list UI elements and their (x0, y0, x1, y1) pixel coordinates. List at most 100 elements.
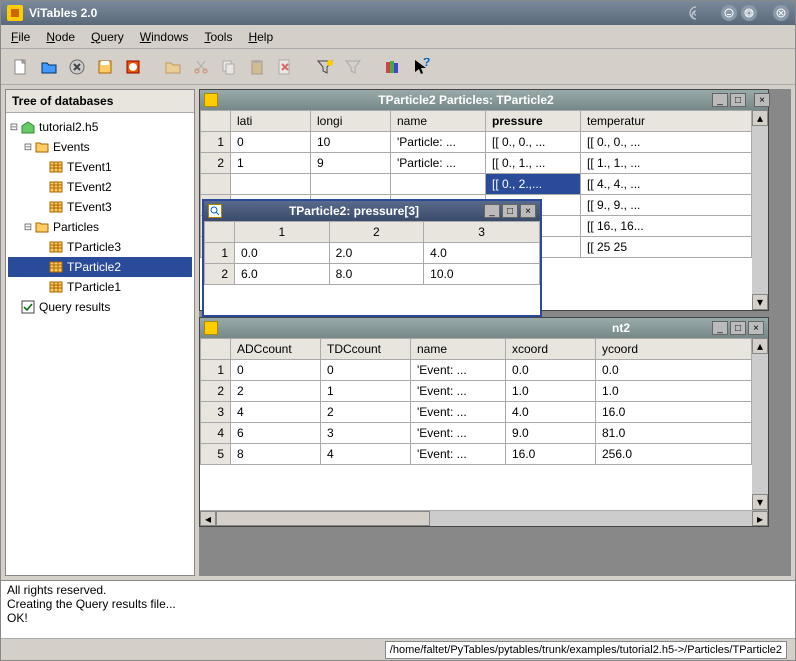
tree-query-results[interactable]: Query results (8, 297, 192, 317)
sub-minimize-button[interactable]: _ (484, 204, 500, 218)
copy-icon[interactable] (217, 55, 241, 79)
subwindow-titlebar[interactable]: nt2 _ □ × (200, 318, 768, 338)
menu-file[interactable]: File (11, 30, 30, 44)
table-row: 10.02.04.0 (205, 243, 540, 264)
table-row: 219'Particle: ...[[ 0., 1., ...[[ 1., 1.… (201, 153, 752, 174)
col-1[interactable]: 1 (235, 222, 330, 243)
pressure-table[interactable]: 1 2 3 10.02.04.0 26.08.010.0 (204, 221, 540, 285)
folder-icon (34, 139, 50, 155)
save-file-icon[interactable] (93, 55, 117, 79)
app-logo-icon (7, 5, 23, 21)
open-file-icon[interactable] (37, 55, 61, 79)
col-name[interactable]: name (391, 111, 486, 132)
console-line: All rights reserved. (7, 583, 789, 597)
tree-table-tevent2[interactable]: TEvent2 (8, 177, 192, 197)
corner-header (205, 222, 235, 243)
menu-windows[interactable]: Windows (140, 30, 189, 44)
menu-tools[interactable]: Tools (204, 30, 232, 44)
menu-help[interactable]: Help (248, 30, 273, 44)
svg-text:?: ? (423, 58, 430, 69)
stop-icon[interactable] (121, 55, 145, 79)
zoom-icon (208, 204, 222, 218)
table-row: 463'Event: ...9.081.0 (201, 423, 752, 444)
sub-close-button[interactable]: × (748, 321, 764, 335)
vertical-scrollbar[interactable]: ▴▾ (752, 338, 768, 510)
sub-minimize-button[interactable]: _ (712, 321, 728, 335)
table-row: 342'Event: ...4.016.0 (201, 402, 752, 423)
tree-group-events[interactable]: ⊟Events (8, 137, 192, 157)
menu-node[interactable]: Node (46, 30, 75, 44)
col-longi[interactable]: longi (311, 111, 391, 132)
subwindow-titlebar[interactable]: TParticle2: pressure[3] _ □ × (204, 201, 540, 221)
table-icon (48, 159, 64, 175)
sub-close-button[interactable]: × (754, 93, 770, 107)
sub-maximize-button[interactable]: □ (502, 204, 518, 218)
subwindow-titlebar[interactable]: TParticle2 Particles: TParticle2 _ □ × (200, 90, 768, 110)
tree-group-particles[interactable]: ⊟Particles (8, 217, 192, 237)
tree-panel: Tree of databases ⊟tutorial2.h5 ⊟Events … (5, 89, 195, 576)
close-button[interactable] (773, 5, 789, 21)
cut-icon[interactable] (189, 55, 213, 79)
tree-table-tevent3[interactable]: TEvent3 (8, 197, 192, 217)
filter-icon[interactable] (341, 55, 365, 79)
subwindow-pressure: TParticle2: pressure[3] _ □ × 1 2 3 10.0… (202, 199, 542, 317)
col-2[interactable]: 2 (329, 222, 424, 243)
col-ycoord[interactable]: ycoord (596, 339, 752, 360)
filter-add-icon[interactable] (313, 55, 337, 79)
col-temperature[interactable]: temperatur (581, 111, 752, 132)
col-lati[interactable]: lati (231, 111, 311, 132)
corner-header (201, 111, 231, 132)
open-folder-icon[interactable] (161, 55, 185, 79)
table-icon (204, 93, 218, 107)
paste-icon[interactable] (245, 55, 269, 79)
table-icon (48, 239, 64, 255)
whats-this-icon[interactable]: ? (409, 55, 433, 79)
mdi-area: TParticle2 Particles: TParticle2 _ □ × l… (199, 89, 791, 576)
col-tdccount[interactable]: TDCcount (321, 339, 411, 360)
col-xcoord[interactable]: xcoord (506, 339, 596, 360)
sub-maximize-button[interactable]: □ (730, 93, 746, 107)
col-pressure[interactable]: pressure (486, 111, 581, 132)
sub-close-button[interactable]: × (520, 204, 536, 218)
subwindow-title: TParticle2: pressure[3] (226, 204, 482, 218)
table-icon (48, 179, 64, 195)
new-file-icon[interactable] (9, 55, 33, 79)
col-3[interactable]: 3 (424, 222, 540, 243)
maximize-button[interactable] (741, 5, 757, 21)
tree-table-tevent1[interactable]: TEvent1 (8, 157, 192, 177)
statusbar: /home/faltet/PyTables/pytables/trunk/exa… (1, 638, 795, 660)
window-titlebar: ViTables 2.0 (1, 1, 795, 25)
database-icon (20, 119, 36, 135)
close-file-icon[interactable] (65, 55, 89, 79)
tree-root[interactable]: ⊟tutorial2.h5 (8, 117, 192, 137)
subwindow-title: TParticle2 Particles: TParticle2 (222, 93, 710, 107)
subwindow-event: nt2 _ □ × ADCcount TDCcount name xcoord (199, 317, 769, 527)
sub-maximize-button[interactable]: □ (730, 321, 746, 335)
vertical-scrollbar[interactable]: ▴▾ (752, 110, 768, 310)
menubar: File Node Query Windows Tools Help (1, 25, 795, 49)
tree-table-tparticle3[interactable]: TParticle3 (8, 237, 192, 257)
tree-header: Tree of databases (6, 90, 194, 113)
menu-query[interactable]: Query (91, 30, 124, 44)
console-line: OK! (7, 611, 789, 625)
table-icon (48, 279, 64, 295)
event-table[interactable]: ADCcount TDCcount name xcoord ycoord 100… (200, 338, 752, 465)
col-adccount[interactable]: ADCcount (231, 339, 321, 360)
tree-body[interactable]: ⊟tutorial2.h5 ⊟Events TEvent1 TEvent2 TE… (6, 113, 194, 575)
delete-icon[interactable] (273, 55, 297, 79)
sub-minimize-button[interactable]: _ (712, 93, 728, 107)
tree-table-tparticle1[interactable]: TParticle1 (8, 277, 192, 297)
table-row: 584'Event: ...16.0256.0 (201, 444, 752, 465)
table-row: 1010'Particle: ...[[ 0., 0., ...[[ 0., 0… (201, 132, 752, 153)
minimize-button[interactable] (721, 5, 737, 21)
table-icon (48, 259, 64, 275)
horizontal-scrollbar[interactable]: ◂▸ (200, 510, 768, 526)
tree-table-tparticle2[interactable]: TParticle2 (8, 257, 192, 277)
console-line: Creating the Query results file... (7, 597, 789, 611)
toolbar: ? (1, 49, 795, 85)
table-row: [[ 0., 2.,...[[ 4., 4., ... (201, 174, 752, 195)
books-icon[interactable] (381, 55, 405, 79)
table-row: 100'Event: ...0.00.0 (201, 360, 752, 381)
col-name[interactable]: name (411, 339, 506, 360)
kde-swirl-icon (688, 5, 704, 21)
